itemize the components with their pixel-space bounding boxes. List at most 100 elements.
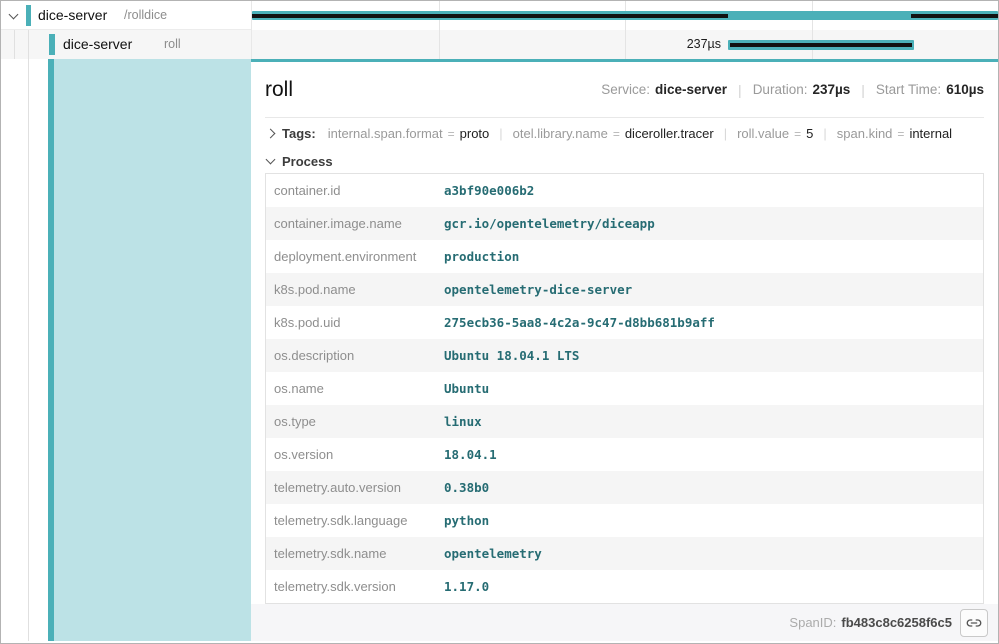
tag-key: roll.value <box>737 126 789 141</box>
process-key-value-table: container.id a3bf90e006b2 container.imag… <box>265 173 984 604</box>
service-label: Service: <box>601 82 650 97</box>
process-value: Ubuntu <box>436 381 489 396</box>
tag-key: span.kind <box>837 126 893 141</box>
expanded-row-name-column <box>1 59 251 641</box>
tags-section-label: Tags: <box>282 126 316 141</box>
operation-name: roll <box>164 30 181 59</box>
span-row-roll[interactable]: dice-server roll 237µs <box>1 30 998 59</box>
process-value: 1.17.0 <box>436 579 489 594</box>
tag-item: roll.value = 5 <box>737 126 813 141</box>
table-row: telemetry.sdk.name opentelemetry <box>266 537 983 570</box>
process-key: os.name <box>266 381 436 396</box>
span-id-label: SpanID: <box>789 615 836 630</box>
start-time-value: 610µs <box>946 82 984 97</box>
process-key: os.version <box>266 447 436 462</box>
self-time-segment <box>911 14 998 18</box>
span-detail-panel: roll Service: dice-server | Duration: 23… <box>251 59 998 641</box>
table-row: k8s.pod.name opentelemetry-dice-server <box>266 273 983 306</box>
process-key: container.image.name <box>266 216 436 231</box>
process-key: telemetry.sdk.name <box>266 546 436 561</box>
span-timeline-cell[interactable]: 237µs <box>251 30 998 59</box>
table-row: telemetry.sdk.version 1.17.0 <box>266 570 983 603</box>
self-time-segment <box>730 43 912 47</box>
span-overview-fields: Service: dice-server | Duration: 237µs |… <box>601 82 984 98</box>
service-tint-fill <box>54 59 251 641</box>
process-accordion[interactable]: Process <box>265 149 984 173</box>
chevron-down-icon <box>266 155 276 165</box>
process-value: gcr.io/opentelemetry/diceapp <box>436 216 655 231</box>
jaeger-trace-view: dice-server /rolldice dice-server roll 2… <box>0 0 999 644</box>
tag-item: internal.span.format = proto <box>328 126 490 141</box>
deep-link-button[interactable] <box>960 609 988 637</box>
process-key: deployment.environment <box>266 249 436 264</box>
span-bar-rolldice[interactable] <box>252 11 998 20</box>
span-duration-label: 237µs <box>687 30 721 59</box>
link-icon <box>965 614 983 632</box>
process-key: k8s.pod.name <box>266 282 436 297</box>
span-detail-header: roll Service: dice-server | Duration: 23… <box>265 62 984 118</box>
span-id-value: fb483c8c6258f6c5 <box>841 615 952 630</box>
table-row: os.type linux <box>266 405 983 438</box>
tag-key: internal.span.format <box>328 126 443 141</box>
grid-tick <box>625 30 626 59</box>
span-name-column[interactable]: dice-server roll <box>1 30 251 59</box>
equals-sign: = <box>794 127 801 141</box>
field-separator: | <box>861 82 865 98</box>
table-row: k8s.pod.uid 275ecb36-5aa8-4c2a-9c47-d8bb… <box>266 306 983 339</box>
chevron-right-icon <box>266 129 276 139</box>
process-key: os.description <box>266 348 436 363</box>
span-bar-roll[interactable] <box>728 40 914 50</box>
process-key: telemetry.sdk.version <box>266 579 436 594</box>
process-key: container.id <box>266 183 436 198</box>
process-value: opentelemetry-dice-server <box>436 282 632 297</box>
table-row: os.description Ubuntu 18.04.1 LTS <box>266 339 983 372</box>
tag-value: 5 <box>806 126 813 141</box>
operation-name: /rolldice <box>124 1 167 30</box>
indent-guide <box>28 30 29 59</box>
tag-value: internal <box>909 126 952 141</box>
table-row: container.image.name gcr.io/opentelemetr… <box>266 207 983 240</box>
table-row: telemetry.auto.version 0.38b0 <box>266 471 983 504</box>
service-value: dice-server <box>655 82 727 97</box>
process-value: opentelemetry <box>436 546 542 561</box>
indent-guide <box>28 59 29 641</box>
process-key: k8s.pod.uid <box>266 315 436 330</box>
table-row: deployment.environment production <box>266 240 983 273</box>
tag-key: otel.library.name <box>513 126 608 141</box>
process-section-label: Process <box>282 154 333 169</box>
tag-separator: | <box>499 126 502 141</box>
process-value: 0.38b0 <box>436 480 489 495</box>
table-row: telemetry.sdk.language python <box>266 504 983 537</box>
span-detail-footer: SpanID: fb483c8c6258f6c5 <box>251 604 998 641</box>
tag-item: span.kind = internal <box>837 126 952 141</box>
process-key: os.type <box>266 414 436 429</box>
duration-value: 237µs <box>812 82 850 97</box>
span-title: roll <box>265 78 293 102</box>
process-value: 18.04.1 <box>436 447 497 462</box>
tag-separator: | <box>823 126 826 141</box>
service-name: dice-server <box>63 30 132 59</box>
process-value: Ubuntu 18.04.1 LTS <box>436 348 579 363</box>
tag-value: diceroller.tracer <box>625 126 714 141</box>
span-timeline-cell[interactable] <box>251 1 998 30</box>
tag-value: proto <box>460 126 490 141</box>
collapse-chevron-icon[interactable] <box>9 10 19 20</box>
process-value: a3bf90e006b2 <box>436 183 534 198</box>
self-time-segment <box>252 14 728 18</box>
process-value: linux <box>436 414 482 429</box>
process-key: telemetry.auto.version <box>266 480 436 495</box>
span-row-rolldice[interactable]: dice-server /rolldice <box>1 1 998 30</box>
tag-separator: | <box>724 126 727 141</box>
equals-sign: = <box>897 127 904 141</box>
process-key: telemetry.sdk.language <box>266 513 436 528</box>
field-separator: | <box>738 82 742 98</box>
tags-accordion[interactable]: Tags: internal.span.format = proto | ote… <box>265 118 984 149</box>
equals-sign: = <box>448 127 455 141</box>
table-row: container.id a3bf90e006b2 <box>266 174 983 207</box>
span-name-column[interactable]: dice-server /rolldice <box>1 1 251 30</box>
grid-tick <box>439 30 440 59</box>
process-value: production <box>436 249 519 264</box>
duration-label: Duration: <box>753 82 808 97</box>
tag-item: otel.library.name = diceroller.tracer <box>513 126 714 141</box>
equals-sign: = <box>613 127 620 141</box>
